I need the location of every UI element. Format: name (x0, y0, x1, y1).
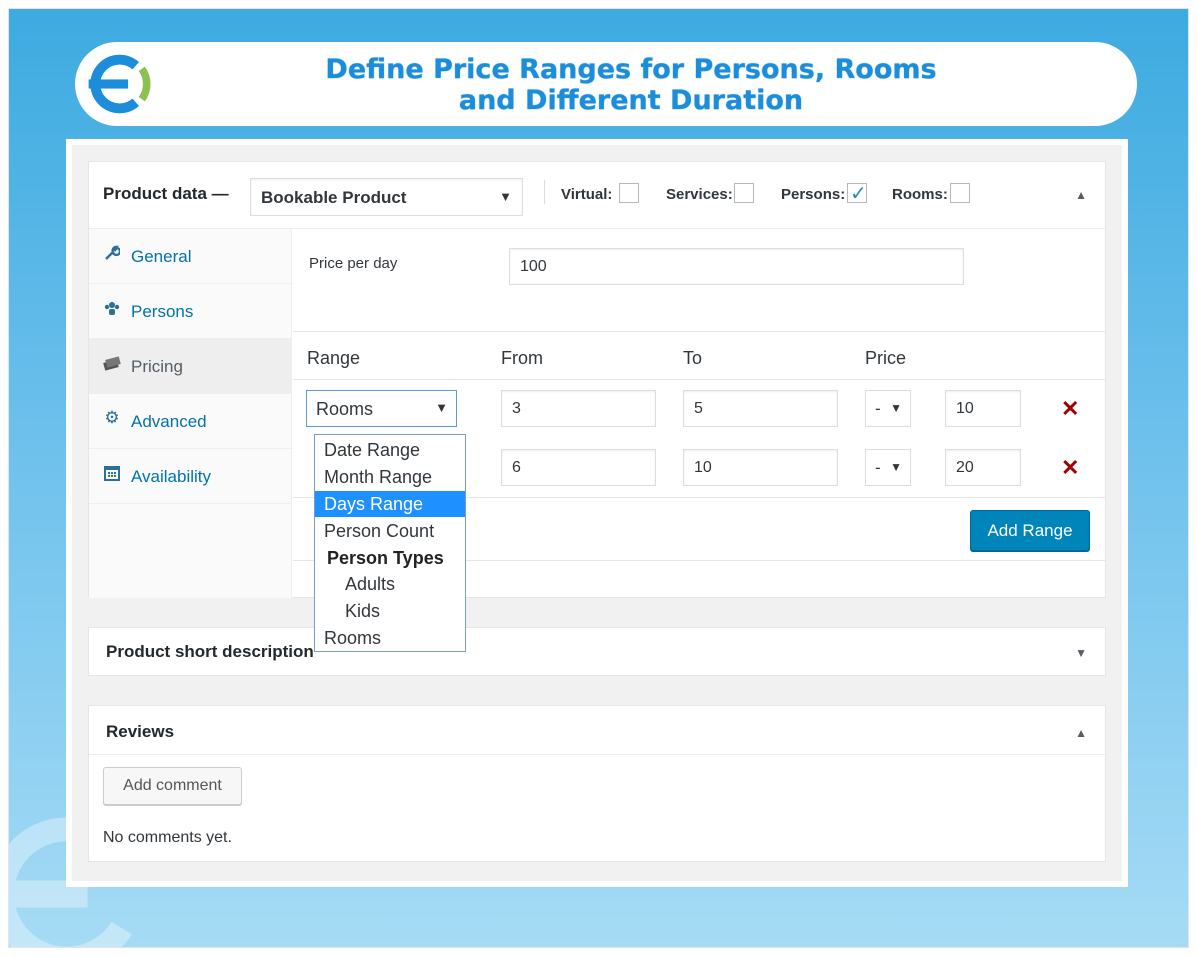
range-price-value: 10 (956, 400, 974, 417)
range-from-value: 6 (512, 459, 521, 476)
rooms-checkbox[interactable] (950, 183, 970, 203)
price-per-day-input[interactable]: 100 (509, 248, 964, 285)
dropdown-group-label: Person Types (327, 548, 444, 568)
chevron-down-icon: ▼ (499, 189, 512, 204)
persons-label: Persons: (781, 186, 846, 203)
title-banner: Define Price Ranges for Persons, Rooms a… (75, 42, 1137, 126)
tab-advanced[interactable]: ⚙ Advanced (89, 394, 292, 449)
range-price-input[interactable]: 10 (945, 390, 1021, 427)
rooms-label: Rooms: (892, 186, 948, 203)
page-title: Define Price Ranges for Persons, Rooms a… (165, 54, 1097, 116)
dropdown-option[interactable]: Adults (315, 571, 465, 597)
collapse-arrow-icon[interactable]: ▲ (1075, 188, 1087, 202)
price-modifier-select[interactable]: - ▼ (865, 449, 911, 486)
gear-icon: ⚙ (104, 408, 120, 427)
dropdown-option[interactable]: Date Range (315, 437, 465, 463)
range-price-input[interactable]: 20 (945, 449, 1021, 486)
column-header-price: Price (865, 348, 907, 368)
dropdown-option[interactable]: Month Range (315, 464, 465, 490)
price-modifier-value: - (875, 458, 881, 477)
dropdown-option[interactable]: Person Count (315, 518, 465, 544)
title-line-2: and Different Duration (458, 85, 804, 116)
expand-arrow-icon[interactable]: ▼ (1075, 646, 1087, 660)
title-line-1: Define Price Ranges for Persons, Rooms (325, 54, 937, 85)
tab-persons-label: Persons (131, 302, 194, 321)
tab-general[interactable]: General (89, 229, 292, 284)
range-to-value: 5 (694, 400, 703, 417)
add-range-button[interactable]: Add Range (970, 510, 1090, 551)
persons-icon (103, 300, 121, 318)
dropdown-option-highlighted[interactable]: Days Range (315, 491, 465, 517)
add-comment-button[interactable]: Add comment (103, 767, 242, 805)
delete-row-icon[interactable]: ✕ (1061, 455, 1079, 481)
column-header-from: From (501, 348, 543, 368)
range-type-dropdown: Date Range Month Range Days Range Person… (314, 434, 466, 652)
range-from-input[interactable]: 3 (501, 390, 656, 427)
no-comments-text: No comments yet. (103, 829, 232, 846)
services-label: Services: (666, 186, 733, 203)
range-price-value: 20 (956, 459, 974, 476)
short-description-title: Product short description (106, 642, 314, 661)
dropdown-option[interactable]: Kids (315, 598, 465, 624)
persons-checkbox[interactable]: ✓ (847, 183, 867, 205)
brand-logo-icon (88, 54, 151, 114)
tab-pricing[interactable]: Pricing (89, 339, 292, 394)
chevron-down-icon: ▼ (890, 401, 902, 415)
divider (89, 754, 1105, 755)
calendar-icon (103, 465, 121, 483)
pricing-icon (103, 355, 121, 373)
tab-general-label: General (131, 247, 192, 266)
short-description-box: Product short description ▼ (88, 627, 1106, 676)
product-data-tabs: General Persons Pricing ⚙ Advanced Avail… (89, 229, 292, 598)
wrench-icon (103, 245, 122, 263)
range-type-select[interactable]: Rooms ▼ (306, 390, 457, 427)
checkmark-icon: ✓ (850, 183, 867, 205)
column-header-to: To (683, 348, 703, 368)
virtual-checkbox[interactable] (619, 183, 639, 203)
divider (293, 379, 1106, 380)
range-from-input[interactable]: 6 (501, 449, 656, 486)
product-data-label: Product data — (103, 184, 229, 203)
reviews-title: Reviews (106, 722, 175, 741)
price-per-day-value: 100 (520, 258, 547, 275)
product-type-select[interactable]: Bookable Product ▼ (250, 178, 523, 216)
tab-availability[interactable]: Availability (89, 449, 292, 504)
divider (544, 180, 545, 204)
range-to-input[interactable]: 5 (683, 390, 838, 427)
reviews-box: Reviews ▲ Add comment No comments yet. (88, 705, 1106, 862)
range-to-value: 10 (694, 459, 712, 476)
dropdown-option[interactable]: Rooms (315, 625, 465, 651)
chevron-down-icon: ▼ (890, 460, 902, 474)
delete-row-icon[interactable]: ✕ (1061, 396, 1079, 422)
range-type-value: Rooms (316, 399, 374, 419)
product-data-header: Product data — Bookable Product ▼ Virtua… (89, 162, 1105, 229)
tab-pricing-label: Pricing (131, 357, 183, 376)
admin-content: Product data — Bookable Product ▼ Virtua… (66, 139, 1128, 887)
virtual-label: Virtual: (561, 186, 613, 203)
price-modifier-value: - (875, 399, 881, 418)
product-data-box: Product data — Bookable Product ▼ Virtua… (88, 161, 1106, 598)
column-header-range: Range (307, 348, 361, 368)
tab-availability-label: Availability (131, 467, 212, 486)
chevron-down-icon: ▼ (435, 400, 448, 415)
price-modifier-select[interactable]: - ▼ (865, 390, 911, 427)
collapse-arrow-icon[interactable]: ▲ (1075, 726, 1087, 740)
range-to-input[interactable]: 10 (683, 449, 838, 486)
tab-persons[interactable]: Persons (89, 284, 292, 339)
range-from-value: 3 (512, 400, 521, 417)
services-checkbox[interactable] (734, 183, 754, 203)
tab-advanced-label: Advanced (131, 412, 207, 431)
price-per-day-label: Price per day (309, 255, 398, 272)
product-type-value: Bookable Product (261, 188, 407, 207)
